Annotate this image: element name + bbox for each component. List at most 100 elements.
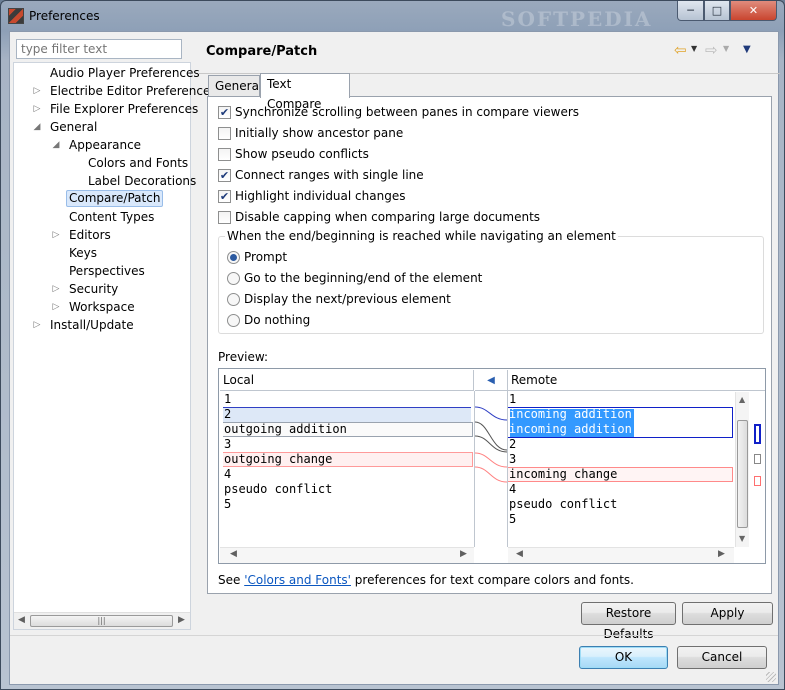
radio-option[interactable]: Do nothing xyxy=(227,311,310,329)
overview-mark[interactable] xyxy=(754,454,761,464)
tree-item[interactable]: Keys xyxy=(69,245,97,262)
filter-input[interactable] xyxy=(16,39,182,59)
tree-item[interactable]: Audio Player Preferences xyxy=(50,65,200,82)
cancel-button[interactable]: Cancel xyxy=(677,646,767,669)
collapsed-arrow-icon[interactable]: ▷ xyxy=(51,302,61,312)
unchecked-checkbox-icon[interactable] xyxy=(218,126,231,140)
minimize-icon: ─ xyxy=(687,4,694,17)
view-menu-icon[interactable]: ▼ xyxy=(743,44,751,55)
overview-mark[interactable] xyxy=(754,424,761,444)
scrollbar-thumb[interactable] xyxy=(737,420,748,528)
scroll-right-icon[interactable]: ▶ xyxy=(718,549,725,559)
watermark: SOFTPEDIA xyxy=(501,7,653,31)
tree-item[interactable]: Appearance xyxy=(69,137,141,154)
checked-checkbox-icon[interactable]: ✔ xyxy=(218,168,231,182)
scroll-left-icon[interactable]: ◀ xyxy=(230,549,237,559)
radio-unselected-icon[interactable] xyxy=(227,271,240,285)
tree-item[interactable]: Security xyxy=(69,281,118,298)
resize-grip[interactable] xyxy=(766,672,776,682)
code-line: 2 xyxy=(224,407,232,421)
scroll-down-icon[interactable]: ▼ xyxy=(739,534,745,543)
local-horizontal-scrollbar[interactable]: ◀ ▶ xyxy=(220,547,474,563)
scroll-left-icon[interactable]: ◀ xyxy=(516,549,523,559)
dialog-body: Audio Player PreferencesElectribe Editor… xyxy=(9,31,780,685)
tree-item[interactable]: Colors and Fonts xyxy=(88,155,188,172)
minimize-button[interactable]: ─ xyxy=(677,1,704,21)
tree-horizontal-scrollbar[interactable]: ◀ ||| ▶ xyxy=(14,612,190,629)
forward-dropdown-icon[interactable]: ▼ xyxy=(723,44,729,53)
tree-item[interactable]: Compare/Patch xyxy=(66,190,164,207)
tree-item[interactable]: Label Decorations xyxy=(88,173,196,190)
tree-item[interactable]: File Explorer Preferences xyxy=(50,101,198,118)
restore-defaults-button[interactable]: Restore Defaults xyxy=(581,602,676,641)
diff-connectors xyxy=(474,406,508,483)
tree-item[interactable]: Perspectives xyxy=(69,263,145,280)
radio-option[interactable]: Display the next/previous element xyxy=(227,290,451,308)
forward-arrow-icon[interactable]: ⇨ xyxy=(705,41,718,59)
title-bar[interactable]: Preferences SOFTPEDIA ─ □ ✕ xyxy=(1,1,785,31)
close-button[interactable]: ✕ xyxy=(730,1,777,21)
collapsed-arrow-icon[interactable]: ▷ xyxy=(32,104,42,114)
scroll-right-icon[interactable]: ▶ xyxy=(460,549,467,559)
code-line: incoming addition xyxy=(509,422,632,436)
checkbox-option[interactable]: Initially show ancestor pane xyxy=(218,124,403,142)
window-title: Preferences xyxy=(29,9,100,23)
tree-item[interactable]: Install/Update xyxy=(50,317,134,334)
collapsed-arrow-icon[interactable]: ▷ xyxy=(32,320,42,330)
code-line: incoming addition xyxy=(509,407,632,421)
copy-left-icon[interactable]: ◀ xyxy=(475,370,507,391)
remote-pane[interactable]: 1 incoming addition incoming addition 2 3 inc… xyxy=(508,392,734,547)
remote-horizontal-scrollbar[interactable]: ◀ ▶ xyxy=(508,547,734,563)
radio-label: Display the next/previous element xyxy=(244,292,451,306)
preview-label: Preview: xyxy=(218,350,269,364)
back-dropdown-icon[interactable]: ▼ xyxy=(691,44,697,53)
checkbox-option[interactable]: ✔ Highlight individual changes xyxy=(218,187,405,205)
tree-item[interactable]: Electribe Editor Preferences xyxy=(50,83,217,100)
code-line: 3 xyxy=(224,437,232,451)
collapsed-arrow-icon[interactable]: ▷ xyxy=(51,230,61,240)
radio-unselected-icon[interactable] xyxy=(227,292,240,306)
ok-button[interactable]: OK xyxy=(579,646,668,669)
overview-mark[interactable] xyxy=(754,476,761,486)
radio-option[interactable]: Go to the beginning/end of the element xyxy=(227,269,482,287)
checkbox-option[interactable]: ✔ Connect ranges with single line xyxy=(218,166,424,184)
collapsed-arrow-icon[interactable]: ▷ xyxy=(32,86,42,96)
tab-text-compare[interactable]: Text Compare xyxy=(260,73,350,111)
radio-label: Do nothing xyxy=(244,313,311,327)
colors-fonts-link[interactable]: 'Colors and Fonts' xyxy=(244,573,351,587)
remote-vertical-scrollbar[interactable]: ▲ ▼ xyxy=(735,392,749,547)
checkbox-label: Disable capping when comparing large doc… xyxy=(235,210,541,224)
checked-checkbox-icon[interactable]: ✔ xyxy=(218,105,231,119)
code-line: 1 xyxy=(224,392,232,406)
code-line: 3 xyxy=(509,452,517,466)
radio-option[interactable]: Prompt xyxy=(227,248,287,266)
code-line: pseudo conflict xyxy=(509,497,618,511)
scroll-left-icon[interactable]: ◀ xyxy=(18,615,25,625)
checked-checkbox-icon[interactable]: ✔ xyxy=(218,189,231,203)
diff-overview-ruler[interactable] xyxy=(750,392,765,547)
tree-item[interactable]: Editors xyxy=(69,227,111,244)
scroll-right-icon[interactable]: ▶ xyxy=(178,615,185,625)
expanded-arrow-icon[interactable]: ◢ xyxy=(51,140,61,150)
unchecked-checkbox-icon[interactable] xyxy=(218,147,231,161)
code-line: outgoing change xyxy=(224,452,333,466)
tree-item[interactable]: General xyxy=(50,119,97,136)
tree-item[interactable]: Workspace xyxy=(69,299,135,316)
local-pane[interactable]: 1 2 outgoing addition 3 outgoing change 4 pseu… xyxy=(223,392,475,547)
expanded-arrow-icon[interactable]: ◢ xyxy=(32,122,42,132)
checkbox-option[interactable]: Disable capping when comparing large doc… xyxy=(218,208,540,226)
radio-label: Prompt xyxy=(244,250,288,264)
unchecked-checkbox-icon[interactable] xyxy=(218,210,231,224)
checkbox-option[interactable]: Show pseudo conflicts xyxy=(218,145,369,163)
radio-unselected-icon[interactable] xyxy=(227,313,240,327)
tab-general[interactable]: General xyxy=(208,75,262,97)
apply-button[interactable]: Apply xyxy=(682,602,773,625)
remote-pane-title: Remote xyxy=(507,370,765,391)
scroll-up-icon[interactable]: ▲ xyxy=(739,395,745,404)
tree-item[interactable]: Content Types xyxy=(69,209,154,226)
collapsed-arrow-icon[interactable]: ▷ xyxy=(51,284,61,294)
radio-selected-icon[interactable] xyxy=(227,250,240,264)
back-arrow-icon[interactable]: ⇦ xyxy=(674,41,687,59)
maximize-button[interactable]: □ xyxy=(704,1,730,21)
scrollbar-thumb[interactable]: ||| xyxy=(30,615,173,627)
